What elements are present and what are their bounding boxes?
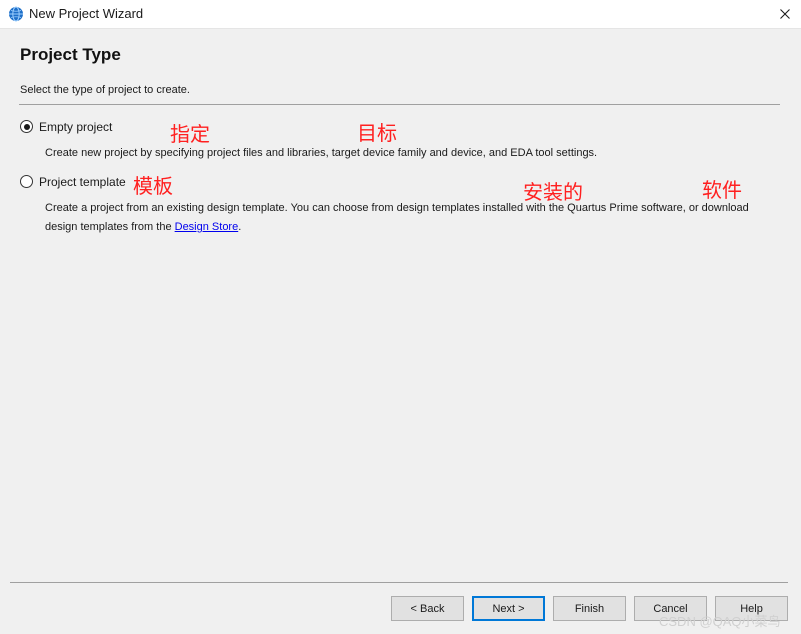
back-button[interactable]: < Back [391,596,464,621]
next-button[interactable]: Next > [472,596,545,621]
project-template-radio[interactable] [20,175,33,188]
project-template-label[interactable]: Project template [39,175,126,189]
quartus-globe-icon [9,6,23,22]
window-title: New Project Wizard [29,6,144,21]
annotation-muban: 模板 [133,174,173,198]
template-description-text: Create a project from an existing design… [45,202,749,233]
page-title: Project Type [20,45,121,64]
empty-project-radio[interactable] [20,120,33,133]
annotation-mubiao: 目标 [357,121,397,145]
wizard-content: Project Type Select the type of project … [0,28,801,634]
annotation-ruanjian: 软件 [702,178,742,202]
empty-project-label[interactable]: Empty project [39,120,112,134]
empty-project-description: Create new project by specifying project… [45,147,598,159]
footer-divider [10,582,788,583]
annotation-zhiding: 指定 [170,122,210,146]
close-button[interactable] [768,0,801,28]
page-subtitle: Select the type of project to create. [20,84,190,96]
annotation-anzhuangde: 安装的 [523,180,583,204]
header-divider [19,104,780,105]
finish-button[interactable]: Finish [553,596,626,621]
project-template-description: Create a project from an existing design… [45,199,775,237]
template-description-end: . [238,221,242,233]
close-icon [779,9,790,19]
watermark: CSDN @QAQ小菜鸟 [659,614,781,629]
design-store-link[interactable]: Design Store [175,221,239,233]
title-bar: New Project Wizard [0,0,801,28]
